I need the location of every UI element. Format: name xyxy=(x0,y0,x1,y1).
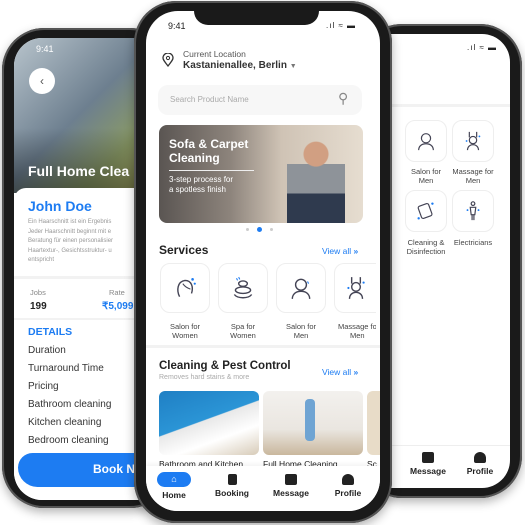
desc-line: Haartextur-, Gesichtsstruktur- u xyxy=(28,247,112,254)
service-label: Spa for Women xyxy=(230,322,256,340)
back-button[interactable]: ‹ xyxy=(29,68,55,94)
service-label: Salon for Men xyxy=(285,322,317,340)
service-salon-for-men[interactable] xyxy=(405,120,447,162)
service-cleaning[interactable] xyxy=(405,190,447,232)
provider-name: John Doe xyxy=(28,198,92,214)
desc-line: Ein Haarschnitt ist ein Ergebnis xyxy=(28,219,112,225)
electrician-icon xyxy=(466,201,480,221)
provider-description: Ein Haarschnitt ist ein Ergebnis Jeder Ha… xyxy=(28,218,113,266)
service-salon-for-women[interactable] xyxy=(160,263,210,313)
banner-person xyxy=(287,139,345,223)
service-electricians[interactable] xyxy=(452,190,494,232)
nav-profile[interactable]: Profile xyxy=(455,452,505,476)
jobs-value: 199 xyxy=(30,301,47,312)
service-spa-for-women[interactable] xyxy=(218,263,268,313)
service-massage-for-men[interactable] xyxy=(334,263,376,313)
carousel-dots[interactable] xyxy=(246,227,273,232)
desc-line: Beratung für einen personalisier xyxy=(28,238,114,244)
service-title: Full Home Clea xyxy=(28,163,130,179)
signal-wifi-battery-icons: .ıl ≈ ▬ xyxy=(326,21,357,30)
service-massage-for-men[interactable] xyxy=(452,120,494,162)
location-label: Current Location xyxy=(183,49,246,59)
service-label: Massage for Men xyxy=(452,167,494,185)
man-icon xyxy=(418,133,434,151)
book-label: Book N xyxy=(93,462,135,476)
desc-line: entspricht xyxy=(28,257,55,263)
profile-icon xyxy=(342,474,354,485)
search-icon[interactable]: ⚲ xyxy=(338,90,348,107)
cleaning-card-partial[interactable] xyxy=(367,391,380,455)
cleaning-icon xyxy=(417,202,434,220)
detail-item: Turnaround Time xyxy=(28,363,104,374)
service-label: Electricians xyxy=(453,238,493,247)
clipboard-icon xyxy=(227,474,237,485)
nav-message[interactable]: Message xyxy=(266,474,316,498)
message-icon xyxy=(285,474,297,485)
services-title: Services xyxy=(159,243,209,257)
details-heading: DETAILS xyxy=(28,326,73,338)
location-pin-icon xyxy=(162,53,174,67)
service-label: Salon for Women xyxy=(169,322,201,340)
status-time: 9:41 xyxy=(36,44,54,54)
center-screen: 9:41 .ıl ≈ ▬ Current Location Kastaniena… xyxy=(146,11,380,511)
services-view-all[interactable]: View all » xyxy=(322,246,358,256)
detail-item: Kitchen cleaning xyxy=(28,417,102,428)
desc-line: Jeder Haarschnitt beginnt mit e xyxy=(28,228,112,235)
massage-icon xyxy=(346,277,365,299)
banner-subtitle: 3-step process for xyxy=(169,175,234,184)
home-icon: ⌂ xyxy=(157,472,191,487)
cleaning-title: Cleaning & Pest Control xyxy=(159,360,291,372)
service-label: Massage for Men xyxy=(338,322,376,340)
search-placeholder: Search Product Name xyxy=(170,95,249,104)
rate-label: Rate xyxy=(109,288,125,297)
service-salon-for-men[interactable] xyxy=(276,263,326,313)
banner-subtitle: a spotless finish xyxy=(169,185,226,194)
message-icon xyxy=(422,452,434,463)
cleaning-subtitle: Removes hard stains & more xyxy=(159,374,250,381)
signal-wifi-battery-icons: .ıl ≈ ▬ xyxy=(467,43,498,52)
nav-booking[interactable]: Booking xyxy=(207,474,257,498)
profile-icon xyxy=(474,452,486,463)
status-time: 9:41 xyxy=(168,21,186,31)
search-input[interactable]: Search Product Name ⚲ xyxy=(158,85,362,115)
rate-value: ₹5,099 xyxy=(102,301,134,312)
chevron-down-icon: ▼ xyxy=(289,63,297,70)
detail-item: Bedroom cleaning xyxy=(28,435,109,446)
nav-home[interactable]: ⌂ Home xyxy=(149,472,199,500)
promo-banner[interactable]: Sofa & Carpet Cleaning 3-step process fo… xyxy=(159,125,363,223)
banner-title: Cleaning xyxy=(169,151,220,165)
jobs-label: Jobs xyxy=(30,288,46,297)
cleaning-card-bathroom[interactable] xyxy=(159,391,259,455)
detail-item: Bathroom cleaning xyxy=(28,399,112,410)
banner-title: Sofa & Carpet xyxy=(169,137,249,151)
man-icon xyxy=(291,278,311,299)
woman-hair-icon xyxy=(177,278,196,297)
location-selector[interactable]: Kastanienallee, Berlin ▼ xyxy=(183,60,297,71)
detail-item: Pricing xyxy=(28,381,59,392)
nav-profile[interactable]: Profile xyxy=(323,474,373,498)
detail-item: Duration xyxy=(28,345,66,356)
cleaning-view-all[interactable]: View all » xyxy=(322,367,358,377)
massage-icon xyxy=(465,131,481,151)
nav-message[interactable]: Message xyxy=(403,452,453,476)
spa-stones-icon xyxy=(233,276,253,299)
cleaning-card-full-home[interactable] xyxy=(263,391,363,455)
